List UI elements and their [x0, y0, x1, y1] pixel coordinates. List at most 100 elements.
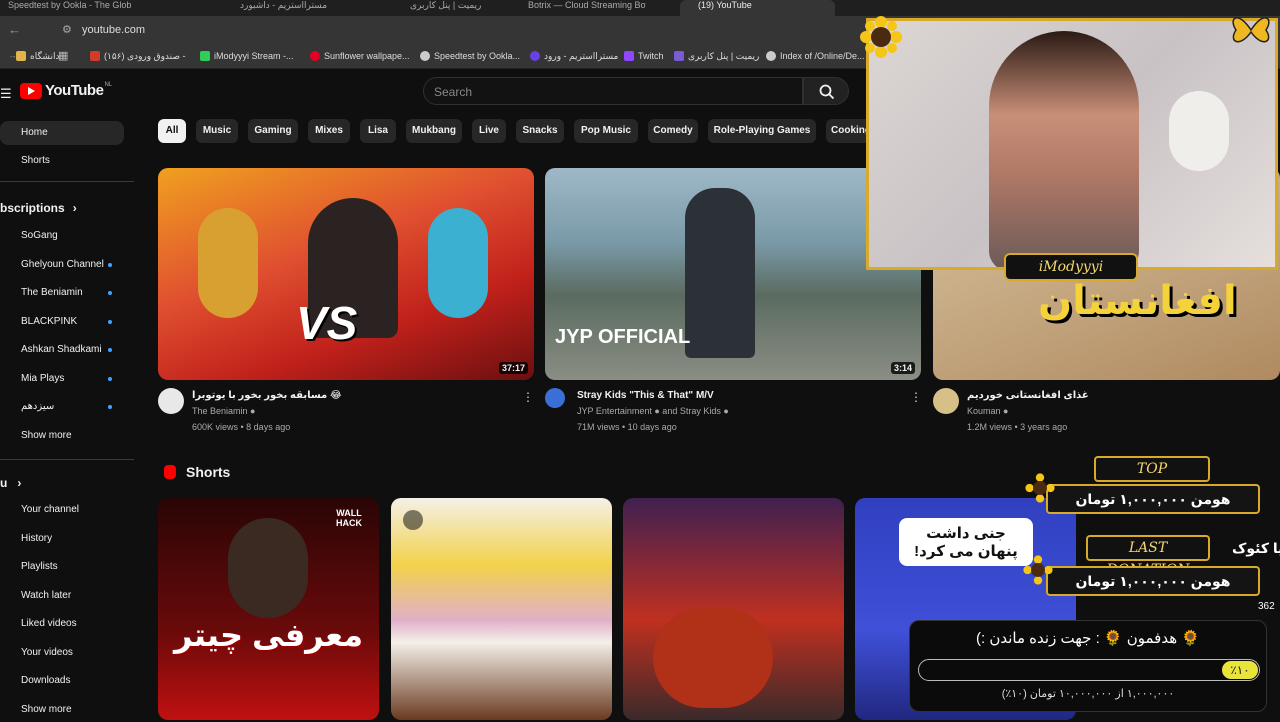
avatar[interactable]: [545, 388, 565, 408]
donation-goal-widget: 🌻 هدفمون 🌻 : جهت زنده ماندن :) ٪۱۰ ۱,۰۰۰…: [909, 620, 1267, 712]
sidebar-item-mia-plays[interactable]: Mia Plays: [0, 367, 124, 391]
sidebar-show-more-subscriptions[interactable]: Show more: [0, 424, 124, 448]
bookmark-icon: [16, 51, 26, 61]
chip-gaming[interactable]: Gaming: [248, 119, 298, 143]
tab-speedtest[interactable]: Speedtest by Ookla - The Glob: [8, 0, 138, 16]
video-title[interactable]: مسابقه بخور بخور با یوتوبرا 😂: [192, 390, 342, 401]
tab-youtube[interactable]: (19) YouTube: [680, 0, 835, 16]
bookmark-masterstream[interactable]: مسترااستریم - ورود: [530, 51, 618, 62]
search-input[interactable]: Search: [423, 77, 803, 105]
sidebar-item-playlists[interactable]: Playlists: [0, 555, 124, 579]
channel-name[interactable]: Kouman ●: [967, 406, 1008, 416]
bookmark-inbox[interactable]: صندوق ورودی (۱۵۶) -: [90, 51, 186, 62]
video-title[interactable]: غذای افغانستانی خوردیم: [967, 390, 1089, 401]
sidebar-item-label: Liked videos: [21, 618, 77, 629]
tab-remit[interactable]: ریمیت | پنل کاربری: [410, 0, 510, 16]
bookmark-sunflower[interactable]: Sunflower wallpape...: [310, 51, 410, 61]
bookmark-imodyyyi-stream[interactable]: iModyyyi Stream -...: [200, 51, 294, 61]
sunflower-icon: [860, 16, 902, 58]
subscriptions-heading[interactable]: bscriptions ›: [0, 201, 77, 215]
tab-masterstream[interactable]: مسترااستریم - داشبورد: [240, 0, 340, 16]
bookmark-twitch[interactable]: Twitch: [624, 51, 664, 61]
thumbnail-text: افغانستان: [1038, 279, 1237, 323]
new-content-dot: [108, 320, 112, 324]
sidebar-item-your-channel[interactable]: Your channel: [0, 498, 124, 522]
apps-grid-icon[interactable]: ▦: [58, 49, 68, 62]
bookmark-label: iModyyyi Stream -...: [214, 51, 294, 61]
webcam-figure: [989, 31, 1139, 267]
tab-botrix[interactable]: Botrix — Cloud Streaming Bot: [528, 0, 646, 16]
chip-comedy[interactable]: Comedy: [648, 119, 698, 143]
sidebar-item-blackpink[interactable]: BLACKPINK: [0, 310, 124, 334]
sidebar-item-label: Your channel: [21, 504, 80, 515]
video-thumbnail[interactable]: VS 37:17: [158, 168, 534, 380]
avatar[interactable]: [933, 388, 959, 414]
more-options-icon[interactable]: ⋮: [910, 390, 922, 404]
sidebar-item-ashkan[interactable]: Ashkan Shadkami: [0, 338, 124, 362]
sidebar-item-history[interactable]: History: [0, 527, 124, 551]
url-field[interactable]: youtube.com: [82, 24, 145, 36]
sunflower-icon: [1025, 473, 1055, 503]
sidebar-item-shorts[interactable]: Shorts: [0, 149, 124, 173]
chip-mukbang[interactable]: Mukbang: [406, 119, 462, 143]
bookmark-label: صندوق ورودی (۱۵۶) -: [104, 51, 186, 61]
short-card[interactable]: WALL HACK معرفی چیتر: [158, 498, 379, 720]
bookmark-label: Twitch: [638, 51, 664, 61]
bookmark-speedtest[interactable]: Speedtest by Ookla...: [420, 51, 520, 61]
video-meta: 1.2M views • 3 years ago: [967, 422, 1068, 432]
sidebar-show-more-you[interactable]: Show more: [0, 698, 124, 722]
avatar[interactable]: [158, 388, 184, 414]
tab-label: ریمیت | پنل کاربری: [410, 0, 482, 10]
sidebar-item-label: History: [21, 533, 53, 544]
sidebar-item-downloads[interactable]: Downloads: [0, 669, 124, 693]
sidebar-item-ghelyoun[interactable]: Ghelyoun Channel: [0, 253, 124, 277]
thumbnail-text: VS: [296, 297, 358, 349]
channel-label: Kouman: [967, 406, 1001, 416]
bookmark-index[interactable]: Index of /Online/De...: [766, 51, 865, 61]
channel-name[interactable]: The Beniamin ●: [192, 406, 255, 416]
you-heading[interactable]: u ›: [0, 476, 21, 490]
chip-snacks[interactable]: Snacks: [516, 119, 564, 143]
channel-name[interactable]: JYP Entertainment ● and Stray Kids ●: [577, 406, 729, 416]
plush-toy: [1169, 91, 1229, 171]
sidebar-item-sogang[interactable]: SoGang: [0, 224, 124, 248]
site-info-icon[interactable]: ⚙: [62, 23, 72, 36]
chip-pop-music[interactable]: Pop Music: [574, 119, 638, 143]
sidebar-item-sizdahom[interactable]: سیزدهم: [0, 395, 124, 419]
chip-role-playing-games[interactable]: Role-Playing Games: [708, 119, 816, 143]
search-button[interactable]: [803, 77, 849, 105]
chip-music[interactable]: Music: [196, 119, 238, 143]
short-card[interactable]: [623, 498, 844, 720]
chip-all[interactable]: All: [158, 119, 186, 143]
short-corner-text: WALL HACK: [336, 508, 362, 528]
chip-lisa[interactable]: Lisa: [360, 119, 396, 143]
video-meta: 71M views • 10 days ago: [577, 422, 677, 432]
subscriptions-heading-label: bscriptions: [0, 201, 65, 215]
back-icon[interactable]: ←: [8, 22, 21, 37]
youtube-logo[interactable]: YouTube NL: [20, 82, 112, 99]
short-card[interactable]: [391, 498, 612, 720]
thumbnail-text: JYP OFFICIAL: [555, 326, 691, 348]
goal-detail: ۱,۰۰۰,۰۰۰ از ۱۰,۰۰۰,۰۰۰ تومان (۱۰٪): [1001, 688, 1175, 700]
thumbnail-figure: [228, 518, 308, 618]
hamburger-menu-icon[interactable]: ☰: [0, 86, 12, 102]
video-thumbnail[interactable]: JYP OFFICIAL 3:14: [545, 168, 921, 380]
top-donation-text: هومن ۱,۰۰۰,۰۰۰ تومان: [1075, 491, 1231, 507]
shorts-badge-icon: [403, 510, 423, 530]
sidebar-item-watch-later[interactable]: Watch later: [0, 584, 124, 608]
channel-label: JYP Entertainment ● and Stray Kids: [577, 406, 721, 416]
sidebar-item-liked-videos[interactable]: Liked videos: [0, 612, 124, 636]
chip-live[interactable]: Live: [472, 119, 506, 143]
sidebar-item-your-videos[interactable]: Your videos: [0, 641, 124, 665]
bookmark-remit[interactable]: ریمیت | پنل کاربری: [674, 51, 759, 62]
sidebar-item-home[interactable]: Home: [0, 121, 124, 145]
video-title[interactable]: Stray Kids "This & That" M/V: [577, 390, 714, 401]
chip-mixes[interactable]: Mixes: [308, 119, 350, 143]
bookmark-university[interactable]: دانشگاه: [16, 51, 59, 62]
more-options-icon[interactable]: ⋮: [522, 390, 534, 404]
sunflower-icon: [1023, 555, 1053, 585]
sidebar-item-beniamin[interactable]: The Beniamin: [0, 281, 124, 305]
goal-progress-bar: ٪۱۰: [918, 659, 1260, 681]
sidebar-item-label: Shorts: [21, 155, 50, 166]
video-meta: 600K views • 8 days ago: [192, 422, 291, 432]
